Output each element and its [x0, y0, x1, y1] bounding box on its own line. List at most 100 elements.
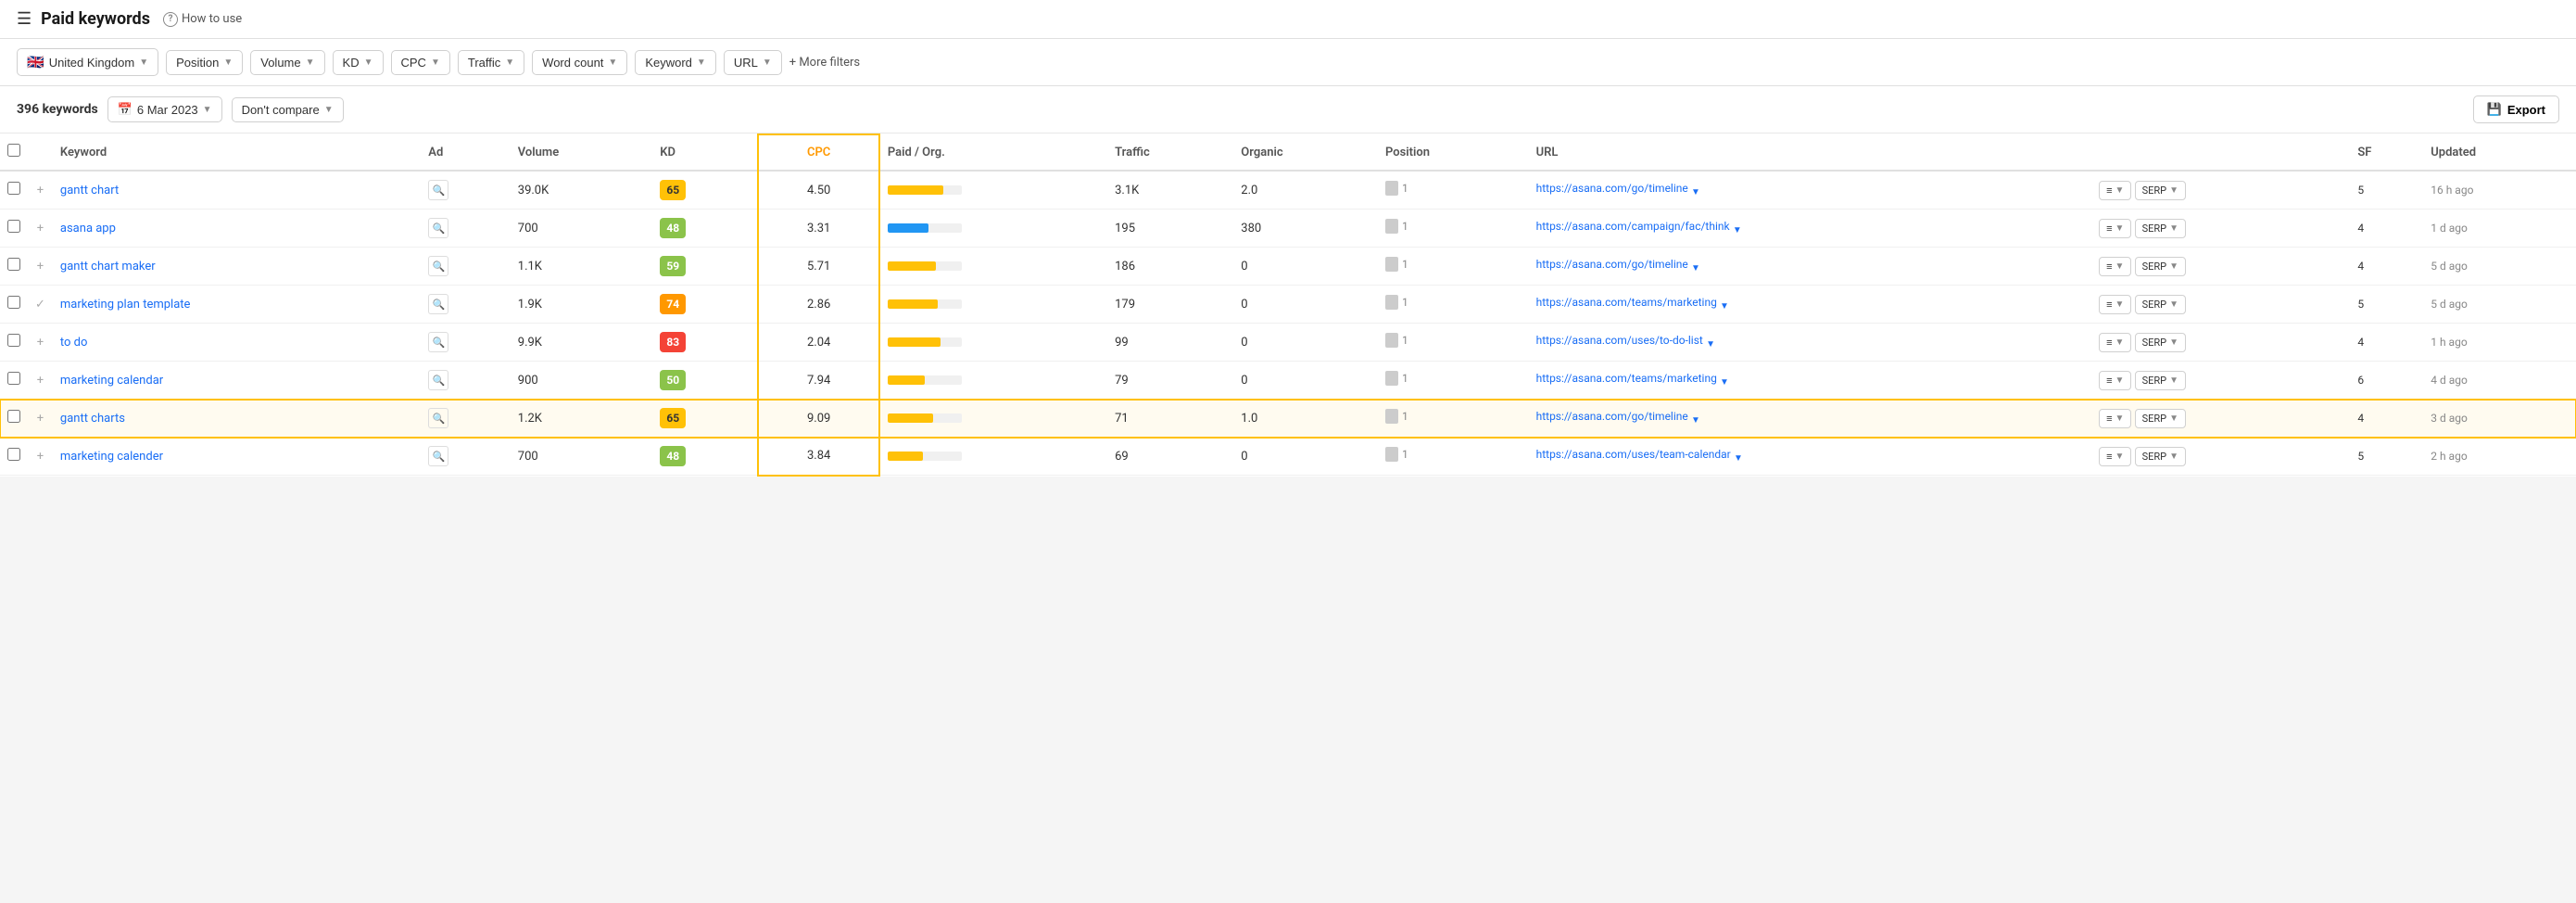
- row-add-cell[interactable]: +: [28, 362, 53, 400]
- sf-header[interactable]: SF: [2350, 134, 2423, 171]
- row-checkbox[interactable]: [7, 334, 20, 347]
- url-dropdown-icon[interactable]: ▼: [1733, 225, 1742, 235]
- row-checkbox-cell[interactable]: [0, 438, 28, 476]
- row-checkbox-cell[interactable]: [0, 286, 28, 324]
- row-checkbox-cell[interactable]: [0, 324, 28, 362]
- url-link[interactable]: https://asana.com/campaign/fac/think: [1536, 220, 1730, 233]
- cpc-filter[interactable]: CPC ▼: [391, 50, 450, 75]
- search-icon-btn[interactable]: 🔍: [428, 408, 448, 428]
- add-icon[interactable]: +: [37, 260, 44, 273]
- filter-icon-btn[interactable]: ≡ ▼: [2099, 371, 2131, 390]
- kd-header[interactable]: KD: [652, 134, 758, 171]
- add-icon[interactable]: +: [37, 412, 44, 426]
- check-icon[interactable]: ✓: [35, 298, 45, 312]
- search-icon-btn[interactable]: 🔍: [428, 332, 448, 352]
- keyword-link[interactable]: to do: [60, 336, 88, 350]
- compare-btn[interactable]: Don't compare ▼: [232, 97, 344, 122]
- checkbox-header[interactable]: [0, 134, 28, 171]
- filter-icon-btn[interactable]: ≡ ▼: [2099, 257, 2131, 276]
- ad-header[interactable]: Ad: [421, 134, 510, 171]
- traffic-filter[interactable]: Traffic ▼: [458, 50, 524, 75]
- row-checkbox[interactable]: [7, 448, 20, 461]
- keyword-link[interactable]: marketing calender: [60, 450, 163, 464]
- serp-btn[interactable]: SERP ▼: [2135, 371, 2186, 390]
- keyword-link[interactable]: gantt charts: [60, 412, 125, 426]
- kd-filter[interactable]: KD ▼: [333, 50, 384, 75]
- filter-icon-btn[interactable]: ≡ ▼: [2099, 181, 2131, 200]
- word-count-filter[interactable]: Word count ▼: [532, 50, 627, 75]
- paid-org-header[interactable]: Paid / Org.: [879, 134, 1107, 171]
- volume-filter[interactable]: Volume ▼: [250, 50, 324, 75]
- url-header[interactable]: URL: [1529, 134, 2091, 171]
- row-add-cell[interactable]: +: [28, 210, 53, 248]
- menu-icon[interactable]: ☰: [17, 9, 32, 29]
- search-icon-btn[interactable]: 🔍: [428, 256, 448, 276]
- keyword-link[interactable]: marketing plan template: [60, 298, 191, 312]
- filter-icon-btn[interactable]: ≡ ▼: [2099, 333, 2131, 352]
- select-all-checkbox[interactable]: [7, 144, 20, 157]
- filter-icon-btn[interactable]: ≡ ▼: [2099, 447, 2131, 466]
- row-checkbox-cell[interactable]: [0, 362, 28, 400]
- row-checkbox[interactable]: [7, 182, 20, 195]
- url-link[interactable]: https://asana.com/teams/marketing: [1536, 296, 1717, 309]
- url-link[interactable]: https://asana.com/teams/marketing: [1536, 372, 1717, 385]
- add-icon[interactable]: +: [37, 184, 44, 197]
- row-checkbox[interactable]: [7, 258, 20, 271]
- country-filter[interactable]: 🇬🇧 United Kingdom ▼: [17, 48, 158, 76]
- organic-header[interactable]: Organic: [1233, 134, 1378, 171]
- row-checkbox-cell[interactable]: [0, 171, 28, 210]
- traffic-header[interactable]: Traffic: [1107, 134, 1233, 171]
- url-dropdown-icon[interactable]: ▼: [1720, 377, 1729, 388]
- url-dropdown-icon[interactable]: ▼: [1720, 301, 1729, 312]
- row-checkbox-cell[interactable]: [0, 210, 28, 248]
- row-checkbox-cell[interactable]: [0, 248, 28, 286]
- serp-btn[interactable]: SERP ▼: [2135, 257, 2186, 276]
- row-add-cell[interactable]: +: [28, 324, 53, 362]
- serp-btn[interactable]: SERP ▼: [2135, 333, 2186, 352]
- volume-header[interactable]: Volume: [511, 134, 652, 171]
- add-icon[interactable]: +: [37, 336, 44, 350]
- how-to-use-link[interactable]: ? How to use: [163, 12, 242, 27]
- cpc-header[interactable]: CPC: [758, 134, 878, 171]
- row-add-cell[interactable]: +: [28, 400, 53, 438]
- filter-icon-btn[interactable]: ≡ ▼: [2099, 409, 2131, 428]
- position-header[interactable]: Position: [1378, 134, 1529, 171]
- url-link[interactable]: https://asana.com/uses/team-calendar: [1536, 448, 1731, 461]
- keyword-header[interactable]: Keyword: [53, 134, 421, 171]
- filter-icon-btn[interactable]: ≡ ▼: [2099, 219, 2131, 238]
- add-icon[interactable]: +: [37, 374, 44, 388]
- row-checkbox[interactable]: [7, 296, 20, 309]
- serp-btn[interactable]: SERP ▼: [2135, 295, 2186, 314]
- url-dropdown-icon[interactable]: ▼: [1734, 453, 1743, 464]
- serp-btn[interactable]: SERP ▼: [2135, 447, 2186, 466]
- search-icon-btn[interactable]: 🔍: [428, 218, 448, 238]
- serp-btn[interactable]: SERP ▼: [2135, 181, 2186, 200]
- keyword-link[interactable]: asana app: [60, 222, 116, 235]
- url-dropdown-icon[interactable]: ▼: [1691, 187, 1700, 197]
- row-add-cell[interactable]: +: [28, 248, 53, 286]
- row-checkbox[interactable]: [7, 410, 20, 423]
- search-icon-btn[interactable]: 🔍: [428, 294, 448, 314]
- url-dropdown-icon[interactable]: ▼: [1706, 339, 1715, 350]
- url-link[interactable]: https://asana.com/go/timeline: [1536, 410, 1688, 423]
- url-filter[interactable]: URL ▼: [724, 50, 782, 75]
- search-icon-btn[interactable]: 🔍: [428, 180, 448, 200]
- row-add-cell[interactable]: ✓: [28, 286, 53, 324]
- export-button[interactable]: 💾 Export: [2473, 95, 2559, 123]
- serp-btn[interactable]: SERP ▼: [2135, 219, 2186, 238]
- search-icon-btn[interactable]: 🔍: [428, 370, 448, 390]
- row-add-cell[interactable]: +: [28, 438, 53, 476]
- keyword-filter[interactable]: Keyword ▼: [635, 50, 715, 75]
- serp-btn[interactable]: SERP ▼: [2135, 409, 2186, 428]
- url-link[interactable]: https://asana.com/go/timeline: [1536, 182, 1688, 195]
- row-checkbox[interactable]: [7, 372, 20, 385]
- keyword-link[interactable]: gantt chart maker: [60, 260, 156, 273]
- url-dropdown-icon[interactable]: ▼: [1691, 263, 1700, 273]
- date-picker[interactable]: 📅 6 Mar 2023 ▼: [107, 96, 222, 122]
- keyword-link[interactable]: gantt chart: [60, 184, 119, 197]
- search-icon-btn[interactable]: 🔍: [428, 446, 448, 466]
- url-link[interactable]: https://asana.com/uses/to-do-list: [1536, 334, 1703, 347]
- row-checkbox-cell[interactable]: [0, 400, 28, 438]
- url-dropdown-icon[interactable]: ▼: [1691, 415, 1700, 426]
- updated-header[interactable]: Updated: [2423, 134, 2576, 171]
